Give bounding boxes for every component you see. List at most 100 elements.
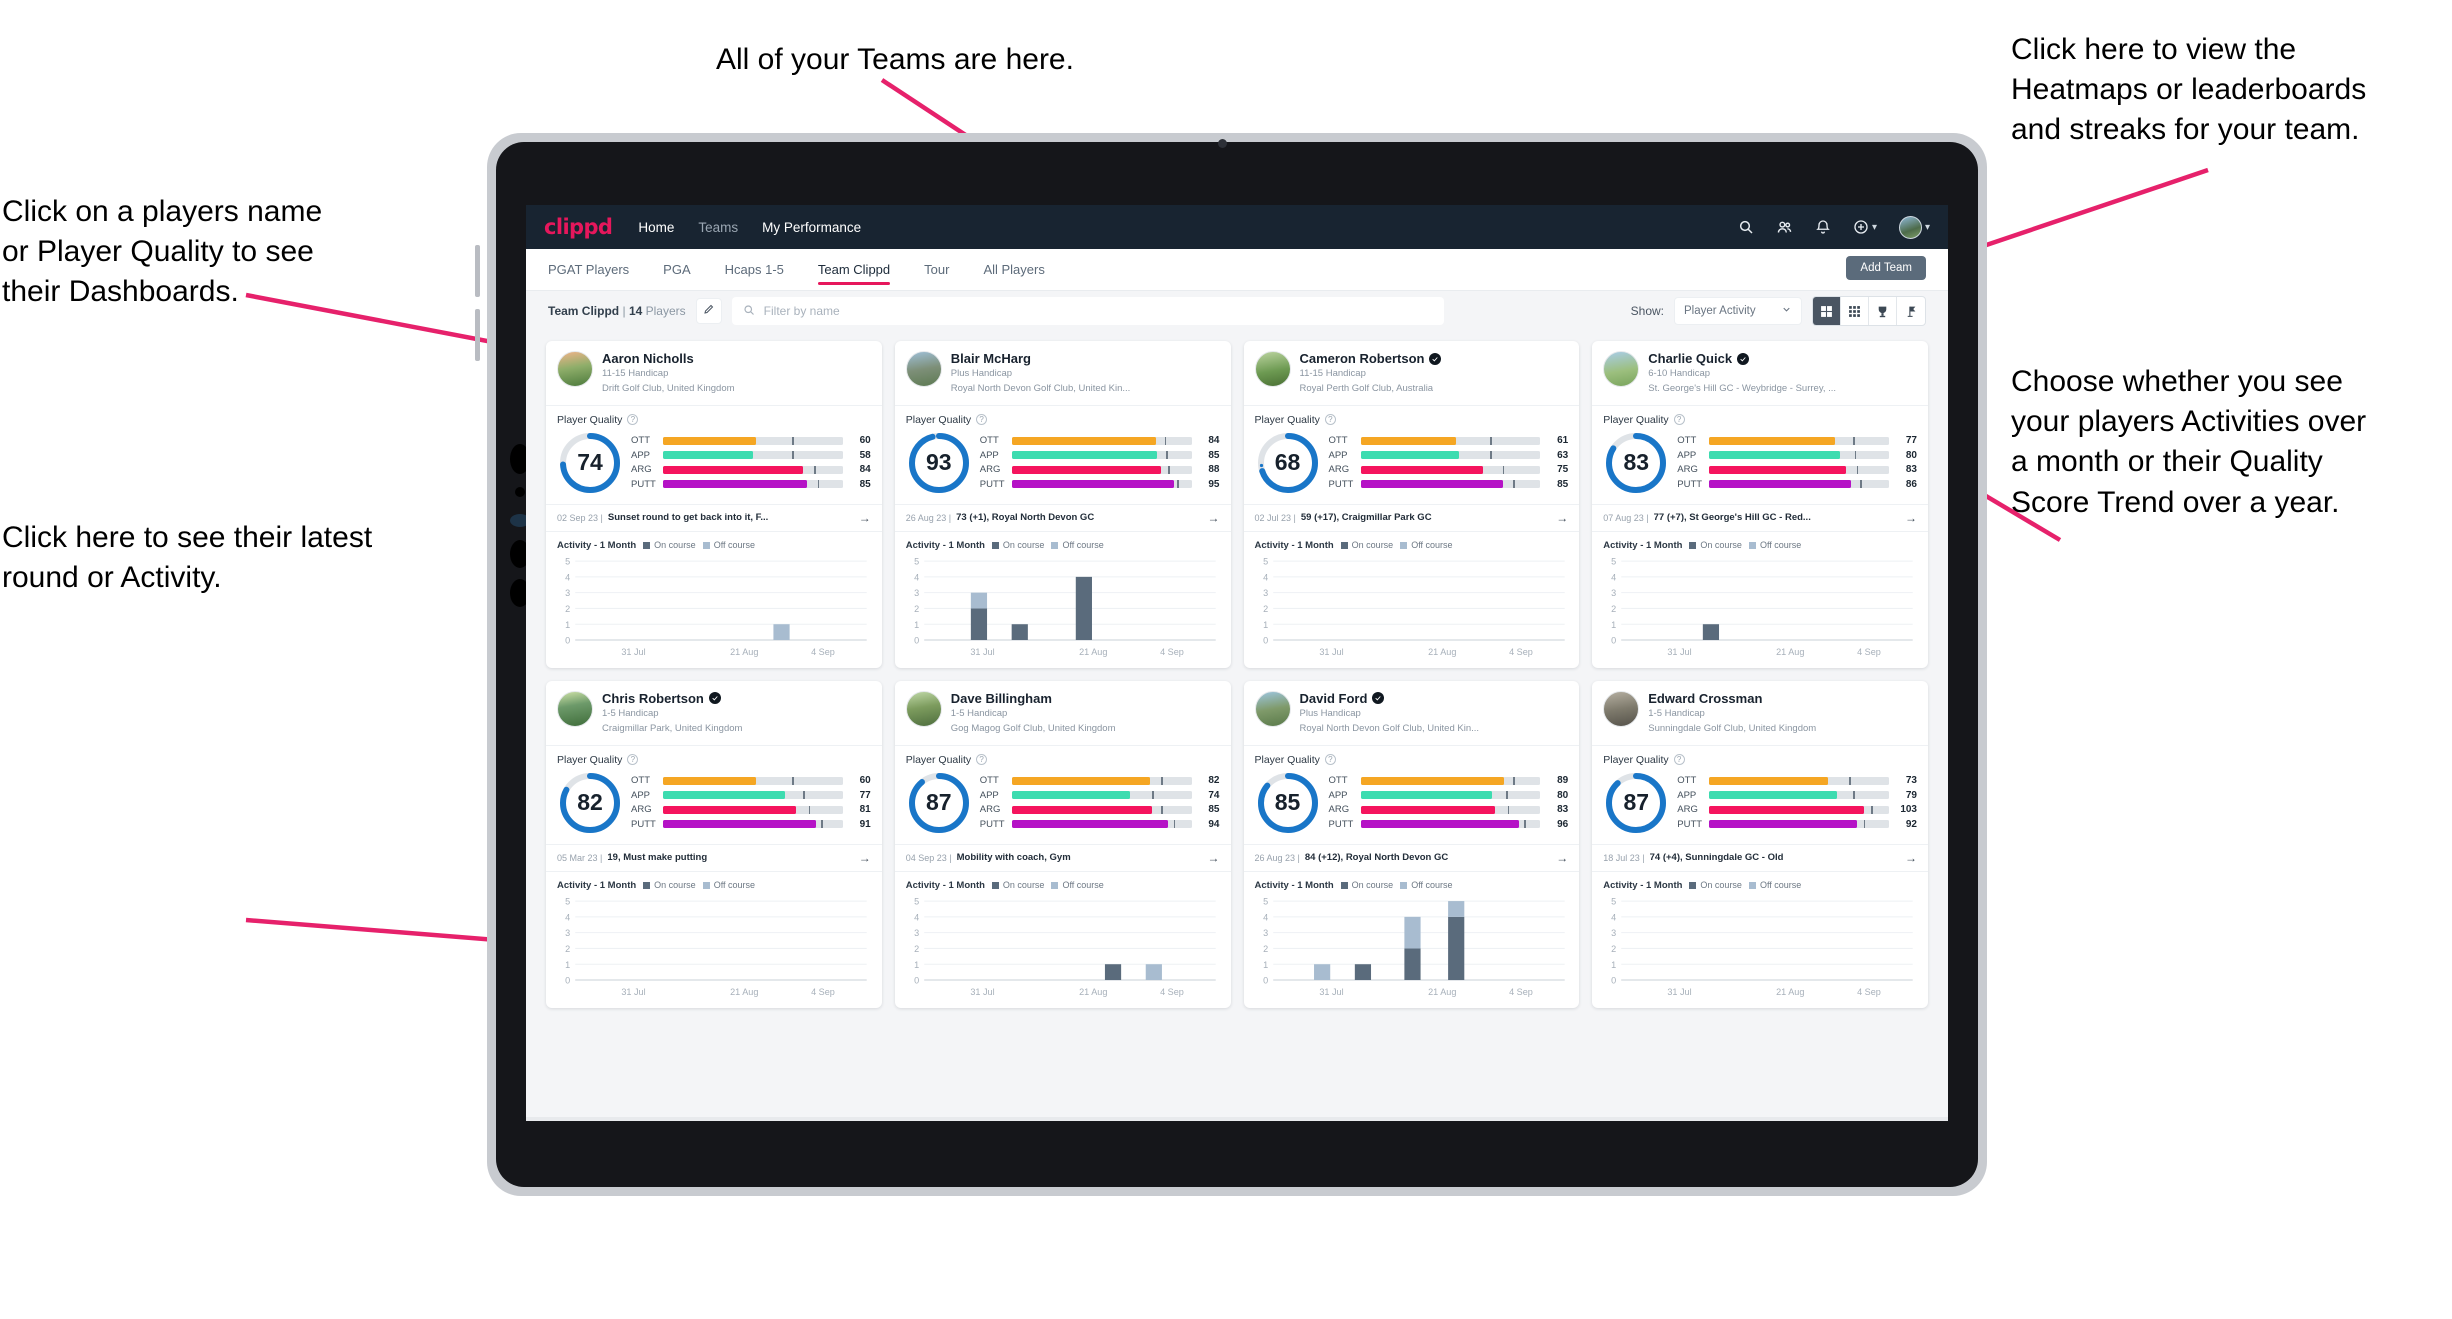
nav-link-home[interactable]: Home: [638, 220, 674, 235]
latest-round-row[interactable]: 05 Mar 23 | 19, Must make putting →: [546, 843, 882, 872]
player-card[interactable]: David Ford Plus Handicap Royal North Devon…: [1243, 680, 1580, 1008]
help-icon[interactable]: ?: [976, 414, 988, 426]
help-icon[interactable]: ?: [1324, 754, 1336, 765]
arrow-right-icon[interactable]: →: [1905, 511, 1917, 525]
player-card[interactable]: Blair McHarg Plus Handicap Royal North Dev…: [894, 341, 1231, 668]
player-card-header[interactable]: Charlie Quick 6-10 Handicap St. George's H…: [1592, 341, 1928, 405]
latest-round-row[interactable]: 02 Jul 23 | 59 (+17), Craigmillar Park GC…: [1243, 503, 1580, 532]
arrow-right-icon[interactable]: →: [859, 851, 871, 865]
player-name[interactable]: Edward Crossman: [1648, 691, 1816, 706]
help-icon[interactable]: ?: [976, 754, 988, 765]
help-icon[interactable]: ?: [1324, 414, 1336, 426]
help-icon[interactable]: ?: [1673, 754, 1685, 765]
quality-score-ring[interactable]: 83: [1603, 430, 1669, 496]
quality-score-ring[interactable]: 82: [557, 770, 623, 836]
tablet-volume-down-button[interactable]: [475, 309, 480, 361]
latest-round-row[interactable]: 18 Jul 23 | 74 (+4), Sunningdale GC - Old…: [1592, 843, 1928, 872]
help-icon[interactable]: ?: [627, 414, 639, 426]
player-quality-body[interactable]: 82 OTT 60 APP 77 ARG 81 PUTT 91: [546, 768, 882, 844]
arrow-right-icon[interactable]: →: [1556, 511, 1568, 525]
player-name[interactable]: Aaron Nicholls: [602, 351, 735, 366]
player-card-header[interactable]: Chris Robertson 1-5 Handicap Craigmillar P…: [546, 681, 882, 745]
grid-large-icon[interactable]: [1813, 297, 1841, 325]
add-team-button[interactable]: Add Team: [1846, 256, 1926, 280]
player-quality-body[interactable]: 87 OTT 73 APP 79 ARG 103 PUTT 92: [1592, 768, 1928, 844]
avatar[interactable]: [905, 351, 942, 387]
chevron-down-icon[interactable]: ▾: [1925, 222, 1930, 233]
metric-row: OTT 73: [1677, 775, 1917, 786]
avatar[interactable]: [1254, 690, 1291, 727]
player-name[interactable]: Charlie Quick: [1648, 351, 1836, 366]
player-card[interactable]: Dave Billingham 1-5 Handicap Gog Magog Gol…: [894, 680, 1231, 1008]
player-name[interactable]: Dave Billingham: [951, 691, 1116, 706]
trophy-icon[interactable]: [1869, 297, 1897, 325]
avatar[interactable]: [1603, 351, 1640, 387]
tab-pgat-players[interactable]: PGAT Players: [548, 249, 629, 291]
avatar[interactable]: [1603, 690, 1640, 727]
player-card-header[interactable]: Dave Billingham 1-5 Handicap Gog Magog Gol…: [895, 681, 1231, 745]
player-name[interactable]: David Ford: [1300, 691, 1480, 706]
player-quality-body[interactable]: 93 OTT 84 APP 85 ARG 88 PUTT 95: [895, 428, 1231, 504]
player-card[interactable]: Cameron Robertson 11-15 Handicap Royal Per…: [1243, 341, 1580, 668]
help-icon[interactable]: ?: [627, 754, 639, 765]
tab-all-players[interactable]: All Players: [983, 249, 1044, 291]
tab-hcaps-1-5[interactable]: Hcaps 1-5: [725, 249, 784, 291]
grid-small-icon[interactable]: [1841, 297, 1869, 325]
latest-round-row[interactable]: 26 Aug 23 | 73 (+1), Royal North Devon GC…: [894, 503, 1231, 532]
avatar[interactable]: [557, 690, 593, 727]
arrow-right-icon[interactable]: →: [1208, 511, 1220, 525]
quality-score-ring[interactable]: 87: [1603, 770, 1669, 836]
player-quality-body[interactable]: 85 OTT 89 APP 80 ARG 83 PUTT 96: [1244, 768, 1580, 844]
player-name[interactable]: Blair McHarg: [951, 351, 1131, 366]
avatar[interactable]: [1254, 351, 1291, 387]
plus-circle-icon[interactable]: ▾: [1853, 219, 1877, 235]
player-quality-body[interactable]: 68 OTT 61 APP 63 ARG 75 PUTT 85: [1244, 428, 1580, 504]
quality-score-ring[interactable]: 93: [906, 430, 972, 496]
arrow-right-icon[interactable]: →: [1556, 851, 1568, 865]
arrow-right-icon[interactable]: →: [1208, 851, 1220, 865]
player-quality-body[interactable]: 83 OTT 77 APP 80 ARG 83 PUTT 86: [1592, 428, 1928, 504]
player-quality-body[interactable]: 74 OTT 60 APP 58 ARG 84 PUTT 85: [546, 428, 882, 504]
latest-round-row[interactable]: 02 Sep 23 | Sunset round to get back into…: [546, 503, 882, 532]
player-card[interactable]: Edward Crossman 1-5 Handicap Sunningdale G…: [1592, 680, 1928, 1008]
quality-score-ring[interactable]: 87: [906, 770, 972, 836]
player-card[interactable]: Charlie Quick 6-10 Handicap St. George's H…: [1592, 341, 1928, 668]
player-card-header[interactable]: Edward Crossman 1-5 Handicap Sunningdale G…: [1592, 681, 1928, 745]
player-quality-body[interactable]: 87 OTT 82 APP 74 ARG 85 PUTT 94: [895, 768, 1231, 844]
player-card-header[interactable]: Aaron Nicholls 11-15 Handicap Drift Golf C…: [546, 341, 882, 405]
flag-icon[interactable]: [1897, 297, 1925, 325]
avatar[interactable]: [557, 351, 593, 387]
latest-round-row[interactable]: 26 Aug 23 | 84 (+12), Royal North Devon G…: [1243, 843, 1580, 872]
chevron-down-icon[interactable]: ▾: [1872, 222, 1877, 233]
avatar[interactable]: [905, 690, 942, 727]
player-card[interactable]: Chris Robertson 1-5 Handicap Craigmillar P…: [546, 680, 882, 1008]
clippd-logo[interactable]: clippd: [544, 215, 613, 239]
player-card-header[interactable]: Blair McHarg Plus Handicap Royal North Dev…: [895, 341, 1231, 405]
latest-round-row[interactable]: 04 Sep 23 | Mobility with coach, Gym →: [894, 843, 1231, 872]
tab-team-clippd[interactable]: Team Clippd: [817, 249, 891, 291]
quality-score-ring[interactable]: 74: [557, 430, 623, 496]
player-card-header[interactable]: David Ford Plus Handicap Royal North Devon…: [1244, 681, 1580, 745]
avatar[interactable]: ▾: [1898, 215, 1930, 239]
tab-tour[interactable]: Tour: [924, 249, 949, 291]
latest-round-row[interactable]: 07 Aug 23 | 77 (+7), St George's Hill GC …: [1592, 503, 1928, 532]
tab-pga[interactable]: PGA: [663, 249, 690, 291]
quality-score-ring[interactable]: 68: [1255, 430, 1321, 496]
search-input[interactable]: Filter by name: [731, 297, 1444, 325]
player-name[interactable]: Cameron Robertson: [1300, 351, 1442, 366]
arrow-right-icon[interactable]: →: [1905, 851, 1917, 865]
player-name[interactable]: Chris Robertson: [602, 691, 742, 706]
people-icon[interactable]: [1776, 219, 1793, 236]
edit-team-button[interactable]: [695, 298, 722, 324]
tablet-volume-up-button[interactable]: [475, 245, 480, 297]
bell-icon[interactable]: [1815, 219, 1831, 235]
search-icon[interactable]: [1738, 219, 1754, 235]
player-card-header[interactable]: Cameron Robertson 11-15 Handicap Royal Per…: [1244, 341, 1580, 405]
player-card[interactable]: Aaron Nicholls 11-15 Handicap Drift Golf C…: [546, 341, 882, 668]
quality-score-ring[interactable]: 85: [1255, 770, 1321, 836]
player-activity-select[interactable]: Player Activity: [1674, 297, 1802, 325]
arrow-right-icon[interactable]: →: [859, 511, 871, 525]
nav-link-my-performance[interactable]: My Performance: [762, 220, 861, 235]
nav-link-teams[interactable]: Teams: [698, 220, 738, 235]
help-icon[interactable]: ?: [1673, 414, 1685, 426]
